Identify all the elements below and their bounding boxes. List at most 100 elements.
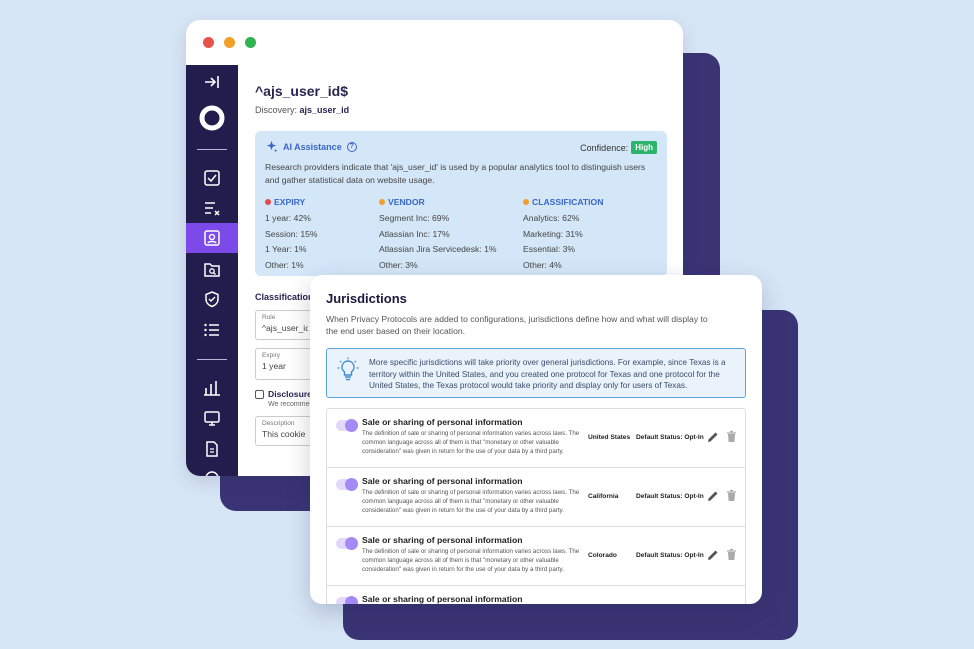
close-window-button[interactable] [203,37,214,48]
user-card-icon [204,230,220,246]
jurisdictions-description: When Privacy Protocols are added to conf… [326,314,708,336]
folder-search-icon [204,263,220,277]
sidebar-item-more[interactable] [186,463,238,476]
minimize-window-button[interactable] [224,37,235,48]
jurisdiction-title: Sale or sharing of personal information [362,417,523,427]
document-icon [206,441,218,457]
bar-chart-icon [204,381,220,396]
confidence-badge: High [631,141,657,154]
rule-field[interactable]: Rule ^ajs_user_id$ [255,310,315,340]
ai-column-item: Atlassian Inc: 17% [379,228,450,239]
jurisdiction-text: Sale or sharing of personal information T… [362,417,584,467]
ai-column-item: Marketing: 31% [523,228,583,239]
jurisdiction-description: The definition of sale or sharing of per… [362,430,580,455]
sidebar-item-display[interactable] [186,403,238,433]
trash-icon[interactable] [726,489,737,502]
sidebar-item-documents[interactable] [186,434,238,464]
jurisdiction-row: Sale or sharing of personal information [327,586,745,604]
enable-toggle[interactable] [336,478,358,491]
trash-icon[interactable] [726,548,737,561]
shield-icon [205,291,219,308]
description-label: Description [262,420,295,427]
confidence-indicator: Confidence: High [580,141,657,154]
ai-column: VENDOR Segment Inc: 69% Atlassian Inc: 17%… [379,197,523,275]
jurisdiction-list: Sale or sharing of personal information T… [326,408,746,604]
default-status: Default Status: Opt-In [636,434,704,441]
jurisdictions-title: Jurisdictions [326,291,407,306]
ai-column-item: Other: 3% [379,259,418,270]
cookie-name-title: ^ajs_user_id$ [255,83,349,99]
monitor-icon [204,411,220,426]
ai-column-title: CLASSIFICATION [532,197,604,207]
ai-column-heading: CLASSIFICATION [523,197,637,207]
default-status: Default Status: Opt-In [636,552,704,559]
checkbox-icon [204,170,220,186]
ai-column-item: Other: 4% [523,259,562,270]
jurisdictions-window: Jurisdictions When Privacy Protocols are… [310,275,762,604]
trash-icon[interactable] [726,430,737,443]
ai-assistance-panel: AI Assistance ? Confidence: High Researc… [255,131,667,276]
collapse-sidebar-icon[interactable] [186,67,238,97]
edit-pencil-icon[interactable] [707,431,719,443]
ai-column-item: Essential: 3% [523,244,576,254]
jurisdiction-title: Sale or sharing of personal information [362,535,523,545]
jurisdiction-title: Sale or sharing of personal information [362,476,523,486]
lightbulb-icon [337,357,359,381]
toggle-knob [345,478,358,491]
jurisdiction-location: Colorado [588,552,617,559]
jurisdiction-title: Sale or sharing of personal information [362,594,523,604]
ai-column-item: 1 Year: 1% [265,244,307,254]
enable-toggle[interactable] [336,419,358,432]
edit-pencil-icon[interactable] [707,490,719,502]
ai-column-item: Segment Inc: 69% [379,213,450,223]
sidebar-divider [197,149,227,150]
bullet-dot-icon [379,199,385,205]
rule-value: ^ajs_user_id$ [262,323,308,333]
ai-column-item: 1 year: 42% [265,213,311,223]
ai-column: EXPIRY 1 year: 42% Session: 15% 1 Year: 1% O… [265,197,379,275]
sidebar-item-list[interactable] [186,315,238,345]
ai-column-title: EXPIRY [274,197,306,207]
sidebar-item-tasks[interactable] [186,163,238,193]
list-icon [204,323,219,337]
sidebar-item-checklist[interactable] [186,193,238,223]
ai-column: CLASSIFICATION Analytics: 62% Marketing: 3… [523,197,637,275]
expiry-value: 1 year [262,361,286,371]
jurisdiction-row: Sale or sharing of personal information T… [327,409,745,468]
sidebar-item-scan[interactable] [186,254,238,284]
jurisdiction-location: California [588,493,619,500]
toggle-knob [345,419,358,432]
ai-description: Research providers indicate that 'ajs_us… [265,162,646,185]
jurisdiction-row: Sale or sharing of personal information T… [327,468,745,527]
ai-column-title: VENDOR [388,197,425,207]
enable-toggle[interactable] [336,537,358,550]
ai-column-item: Session: 15% [265,228,318,239]
confidence-label: Confidence: [580,142,629,153]
enable-toggle[interactable] [336,596,358,604]
settings-icon [205,471,219,476]
jurisdiction-row: Sale or sharing of personal information T… [327,527,745,586]
sidebar-item-reports[interactable] [186,373,238,403]
sidebar [186,65,238,476]
disclosure-checkbox[interactable] [255,389,264,399]
rule-label: Rule [262,314,276,321]
jurisdiction-text: Sale or sharing of personal information T… [362,535,584,585]
ai-column-item: Other: 1% [265,259,304,270]
description-field[interactable]: Description This cookie [255,416,315,446]
sidebar-item-security[interactable] [186,284,238,314]
ai-column-heading: VENDOR [379,197,523,207]
maximize-window-button[interactable] [245,37,256,48]
logo-icon [186,103,238,133]
expiry-label: Expiry [262,352,281,359]
expiry-field[interactable]: Expiry 1 year [255,348,315,380]
list-check-icon [205,202,220,216]
sidebar-divider [197,359,227,360]
discovery-label: Discovery: [255,105,298,115]
ai-column-heading: EXPIRY [265,197,379,207]
edit-pencil-icon[interactable] [707,549,719,561]
window-titlebar [186,20,683,65]
jurisdiction-text: Sale or sharing of personal information [362,594,584,604]
help-icon[interactable]: ? [346,141,357,152]
sidebar-item-profile[interactable] [186,223,238,253]
toggle-knob [345,537,358,550]
